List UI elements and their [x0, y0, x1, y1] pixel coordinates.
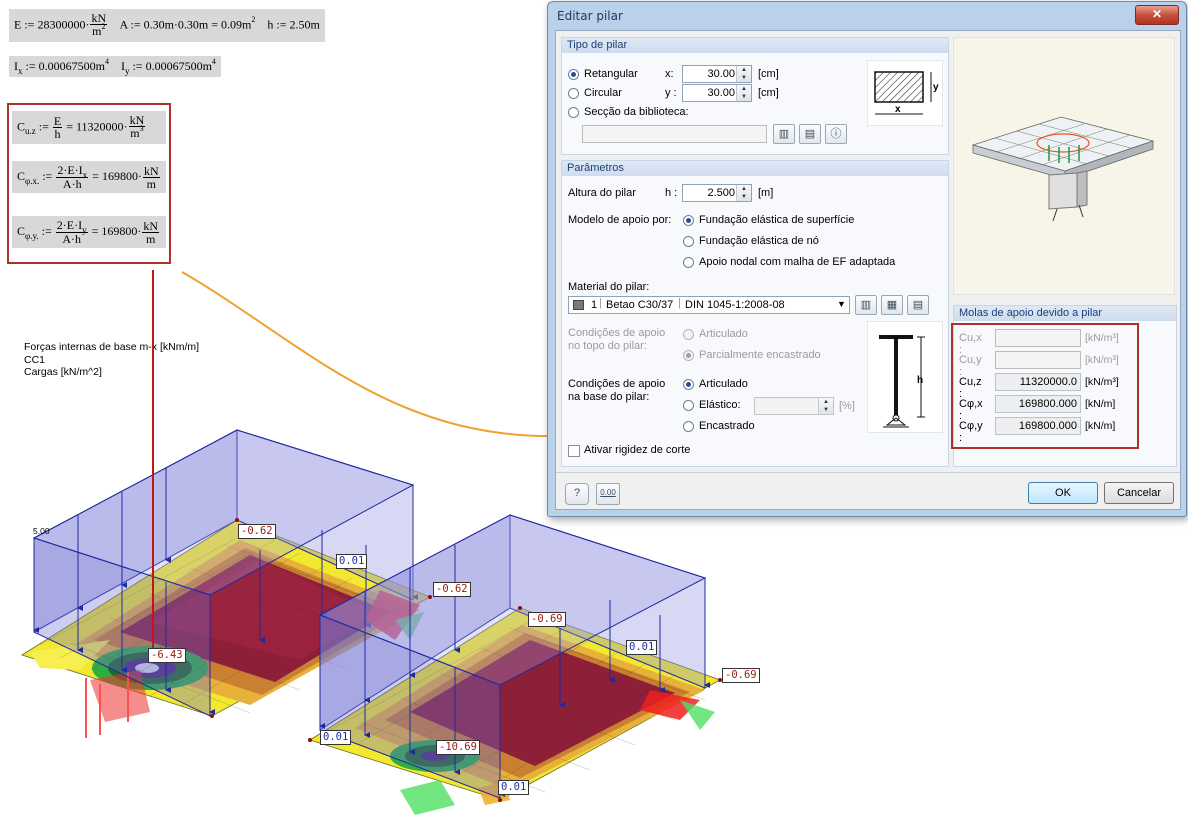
close-button[interactable]: ✕	[1135, 5, 1179, 25]
result-label: -10.69	[436, 740, 480, 755]
label-top-support: Condições de apoio no topo do pilar:	[568, 327, 666, 352]
cuy-field[interactable]	[995, 351, 1081, 369]
result-label: 0.01	[626, 640, 658, 655]
label-shear-stiffness: Ativar rigidez de corte	[584, 444, 691, 456]
y-dimension-input[interactable]: 30.00 ▲ ▼	[682, 84, 752, 102]
result-label: -0.69	[528, 612, 566, 627]
info-icon[interactable]: ⓘ	[825, 124, 847, 144]
material-dropdown[interactable]: 1 | Betao C30/37 | DIN 1045-1:2008-08 ▼	[568, 296, 850, 314]
cphix-field[interactable]: 169800.000	[995, 395, 1081, 413]
radio-circular[interactable]	[568, 88, 579, 99]
column-height-sketch-icon: h	[867, 321, 943, 433]
radio-rectangular[interactable]	[568, 69, 579, 80]
new-material-icon[interactable]: ▦	[881, 295, 903, 315]
units-icon[interactable]: 0.00	[596, 483, 620, 505]
parameters-group: Parâmetros Altura do pilar h : 2.500 ▲ ▼ […	[561, 160, 949, 467]
label-base-fixed: Encastrado	[699, 420, 755, 432]
edit-column-dialog: Editar pilar ✕ Tipo de pilar Retangular …	[547, 1, 1187, 517]
label-rectangular: Retangular	[584, 68, 638, 80]
radio-node-foundation[interactable]	[683, 236, 694, 247]
load-value-label: 5.00	[33, 526, 50, 536]
unit-x: [cm]	[758, 68, 779, 80]
column-type-header: Tipo de pilar	[562, 38, 948, 53]
label-library-section: Secção da biblioteca:	[584, 106, 689, 118]
label-surface-foundation: Fundação elástica de superfície	[699, 214, 855, 226]
label-base-support: Condições de apoio na base do pilar:	[568, 378, 666, 403]
svg-text:x: x	[895, 104, 901, 115]
edit-section-icon[interactable]: ▤	[799, 124, 821, 144]
result-label: 0.01	[336, 554, 368, 569]
material-color-swatch	[573, 300, 584, 310]
x-dimension-input[interactable]: 30.00 ▲ ▼	[682, 65, 752, 83]
spin-arrows-icon[interactable]: ▲ ▼	[736, 66, 751, 82]
cux-field[interactable]	[995, 329, 1081, 347]
result-label: -0.69	[722, 668, 760, 683]
label-circular: Circular	[584, 87, 622, 99]
library-book-icon[interactable]: ▥	[855, 295, 877, 315]
library-section-field[interactable]	[582, 125, 767, 143]
cuz-field[interactable]: 11320000.0	[995, 373, 1081, 391]
ok-button[interactable]: OK	[1028, 482, 1098, 504]
spin-arrows-icon[interactable]: ▲ ▼	[818, 398, 833, 414]
help-icon[interactable]: ?	[565, 483, 589, 505]
library-book-icon[interactable]: ▥	[773, 124, 795, 144]
rectangle-section-sketch-icon: y x	[867, 60, 943, 126]
svg-text:y: y	[933, 82, 939, 93]
shear-stiffness-checkbox[interactable]	[568, 445, 580, 457]
column-type-group: Tipo de pilar Retangular Circular Secção…	[561, 37, 949, 155]
support-springs-header: Molas de apoio devido a pilar	[954, 306, 1176, 321]
radio-top-hinged[interactable]	[683, 329, 694, 340]
label-nodal-support-mesh: Apoio nodal com malha de EF adaptada	[699, 256, 896, 268]
radio-top-partially-fixed[interactable]	[683, 350, 694, 361]
label-column-material: Material do pilar:	[568, 281, 650, 293]
label-column-height: Altura do pilar	[568, 187, 636, 199]
label-y: y :	[665, 87, 677, 99]
base-elastic-input[interactable]: ▲ ▼	[754, 397, 834, 415]
column-3d-preview	[953, 37, 1175, 295]
column-height-input[interactable]: 2.500 ▲ ▼	[682, 184, 752, 202]
chevron-down-icon[interactable]: ▼	[837, 299, 846, 309]
label-h: h :	[665, 187, 678, 199]
result-label: -0.62	[238, 524, 276, 539]
radio-surface-foundation[interactable]	[683, 215, 694, 226]
parameters-header: Parâmetros	[562, 161, 948, 176]
dialog-client: Tipo de pilar Retangular Circular Secção…	[555, 30, 1181, 510]
radio-base-elastic[interactable]	[683, 400, 694, 411]
result-label: -0.62	[433, 582, 471, 597]
dialog-titlebar[interactable]: Editar pilar ✕	[548, 2, 1186, 30]
cancel-button[interactable]: Cancelar	[1104, 482, 1174, 504]
label-top-partially-fixed: Parcialmente encastrado	[699, 349, 821, 361]
divider	[556, 472, 1180, 473]
result-label: 0.01	[498, 780, 530, 795]
radio-base-fixed[interactable]	[683, 421, 694, 432]
radio-library-section[interactable]	[568, 107, 579, 118]
svg-text:h: h	[917, 375, 923, 386]
edit-material-icon[interactable]: ▤	[907, 295, 929, 315]
label-top-hinged: Articulado	[699, 328, 748, 340]
cphiy-field[interactable]: 169800.000	[995, 417, 1081, 435]
radio-nodal-support-mesh[interactable]	[683, 257, 694, 268]
label-support-model: Modelo de apoio por:	[568, 214, 672, 226]
label-base-hinged: Articulado	[699, 378, 748, 390]
label-x: x:	[665, 68, 674, 80]
radio-base-hinged[interactable]	[683, 379, 694, 390]
label-base-elastic: Elástico:	[699, 399, 741, 411]
label-node-foundation: Fundação elástica de nó	[699, 235, 819, 247]
unit-h: [m]	[758, 187, 774, 199]
dialog-title: Editar pilar	[557, 9, 623, 23]
result-label: 0.01	[320, 730, 352, 745]
unit-y: [cm]	[758, 87, 779, 99]
result-label: -6.43	[148, 648, 186, 663]
spin-arrows-icon[interactable]: ▲ ▼	[736, 185, 751, 201]
unit-percent: [%]	[839, 400, 855, 412]
spin-arrows-icon[interactable]: ▲ ▼	[736, 85, 751, 101]
